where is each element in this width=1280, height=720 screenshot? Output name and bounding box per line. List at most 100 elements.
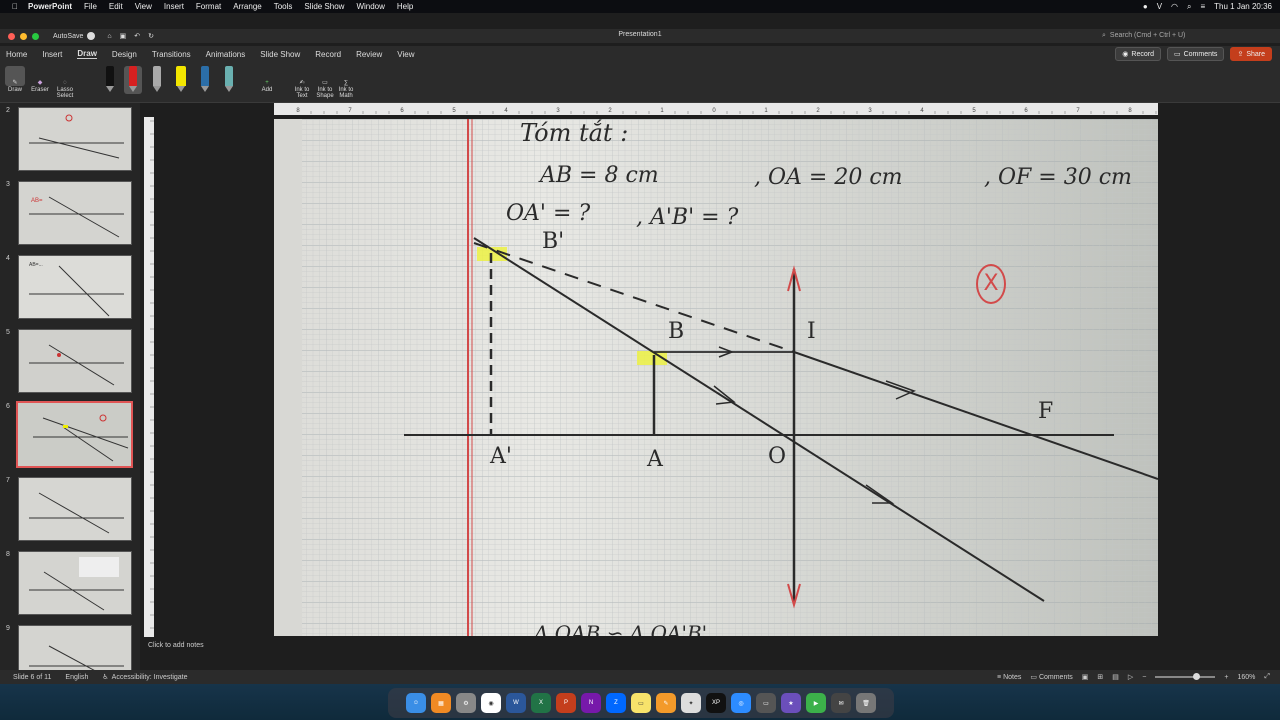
slideshow-view-icon[interactable]: ▷ (1128, 673, 1133, 681)
notes-toggle[interactable]: ≡ Notes (997, 674, 1021, 681)
launchpad-icon[interactable]: ▦ (431, 693, 451, 713)
horizontal-ruler: 87654321012345678 (148, 103, 1280, 115)
normal-view-icon[interactable]: ▣ (1082, 673, 1089, 681)
tab-slideshow[interactable]: Slide Show (260, 50, 300, 59)
lasso-tool[interactable]: ◌ Lasso Select (53, 66, 77, 99)
settings-icon[interactable]: ⚙ (456, 693, 476, 713)
draw-icon: ✎ (5, 66, 25, 86)
zoom-app-icon[interactable]: ◎ (731, 693, 751, 713)
tab-design[interactable]: Design (112, 50, 137, 59)
add-label: Add (261, 87, 273, 93)
label-a: A (647, 447, 663, 472)
word-icon[interactable]: W (506, 693, 526, 713)
zoom-level[interactable]: 160% (1237, 674, 1255, 681)
comment-icon: ▭ (1030, 674, 1037, 681)
facetime-icon[interactable]: ▶ (806, 693, 826, 713)
menu-tools[interactable]: Tools (274, 2, 293, 11)
thumbnail-slide-9[interactable]: 9 (0, 623, 140, 670)
menu-format[interactable]: Format (196, 2, 221, 11)
search-box[interactable]: ⌕ Search (Cmd + Ctrl + U) (1102, 30, 1272, 41)
menu-window[interactable]: Window (356, 2, 384, 11)
menu-edit[interactable]: Edit (109, 2, 123, 11)
onenote-icon[interactable]: N (581, 693, 601, 713)
chrome-icon[interactable]: ◉ (481, 693, 501, 713)
gray-pencil[interactable] (148, 66, 166, 94)
teal-pen[interactable] (220, 66, 238, 94)
ink-to-text-tool[interactable]: ✍ Ink to Text (290, 66, 314, 99)
ink-text-icon: ✍ (299, 80, 305, 86)
finder-icon[interactable]: ☺ (406, 693, 426, 713)
slide-canvas[interactable]: Tóm tắt : AB = 8 cm , OA = 20 cm , OF = … (274, 119, 1158, 636)
slide-thumbnail-panel: 2 3 AB= 4 AB=... 5 6 7 8 9 (0, 103, 140, 670)
draw-tool[interactable]: ✎ Draw (3, 66, 27, 93)
reading-view-icon[interactable]: ▤ (1112, 673, 1119, 681)
blue-pen[interactable] (196, 66, 214, 94)
thumbnail-slide-8[interactable]: 8 (0, 549, 140, 615)
tab-view[interactable]: View (397, 50, 414, 59)
zoom-out-icon[interactable]: − (1142, 674, 1146, 681)
notes-pane[interactable]: Click to add notes (140, 638, 1280, 656)
search-icon[interactable]: ⌕ (1187, 2, 1191, 12)
xp-pen-icon[interactable]: XP (706, 693, 726, 713)
black-pen[interactable] (101, 66, 119, 94)
menu-help[interactable]: Help (397, 2, 413, 11)
tab-draw[interactable]: Draw (77, 49, 97, 59)
zalo-icon[interactable]: Z (606, 693, 626, 713)
tab-record[interactable]: Record (315, 50, 341, 59)
tab-home[interactable]: Home (6, 50, 27, 59)
menu-insert[interactable]: Insert (164, 2, 184, 11)
eraser-icon: ◆ (37, 80, 43, 86)
lasso-label: Lasso Select (56, 87, 74, 99)
add-pen-tool[interactable]: + Add (255, 66, 279, 93)
menu-arrange[interactable]: Arrange (233, 2, 261, 11)
tab-transitions[interactable]: Transitions (152, 50, 191, 59)
accessibility-status[interactable]: Accessibility: Investigate (112, 674, 188, 681)
safari-icon[interactable]: ✦ (681, 693, 701, 713)
powerpoint-icon[interactable]: P (556, 693, 576, 713)
menu-view[interactable]: View (135, 2, 152, 11)
control-center-icon[interactable]: ≡ (1201, 2, 1206, 11)
fit-slide-icon[interactable]: ⤢ (1264, 673, 1270, 681)
notes-app-icon[interactable]: ▭ (631, 693, 651, 713)
star-app-icon[interactable]: ★ (781, 693, 801, 713)
grid-view-icon[interactable]: ⊞ (1097, 673, 1103, 681)
record-button[interactable]: ◉ Record (1115, 47, 1161, 61)
menu-file[interactable]: File (84, 2, 97, 11)
tab-insert[interactable]: Insert (42, 50, 62, 59)
comments-toggle[interactable]: ▭ Comments (1030, 673, 1072, 681)
menu-slideshow[interactable]: Slide Show (304, 2, 344, 11)
eraser-tool[interactable]: ◆ Eraser (28, 66, 52, 93)
zoom-slider-thumb[interactable] (1193, 673, 1201, 680)
thumbnail-slide-7[interactable]: 7 (0, 475, 140, 541)
language-label[interactable]: English (65, 674, 88, 681)
yellow-highlighter[interactable] (172, 66, 190, 94)
ribbon-tabs: Home Insert Draw Design Transitions Anim… (0, 46, 1280, 62)
thumbnail-slide-5[interactable]: 5 (0, 327, 140, 393)
wifi-icon[interactable]: ◠ (1171, 2, 1178, 11)
slide-number: 5 (6, 329, 10, 336)
notes-icon: ≡ (997, 673, 1002, 681)
app-menu[interactable]: PowerPoint (28, 2, 72, 11)
red-pen[interactable] (124, 66, 142, 94)
clock[interactable]: Thu 1 Jan 20:36 (1214, 2, 1272, 11)
mail-icon[interactable]: ✉ (831, 693, 851, 713)
notes-label: Notes (1003, 673, 1022, 681)
comments-button[interactable]: ▭ Comments (1166, 47, 1225, 61)
zoom-in-icon[interactable]: + (1224, 674, 1228, 681)
thumbnail-slide-6[interactable]: 6 (0, 401, 140, 468)
tab-animations[interactable]: Animations (206, 50, 246, 59)
tab-review[interactable]: Review (356, 50, 382, 59)
zoom-slider[interactable] (1155, 673, 1216, 680)
thumbnail-slide-2[interactable]: 2 (0, 105, 140, 171)
thumbnail-slide-4[interactable]: 4 AB=... (0, 253, 140, 319)
ink-to-math-tool[interactable]: ∑ Ink to Math (334, 66, 358, 99)
record-status-icon[interactable]: ● (1143, 2, 1148, 11)
trash-icon[interactable]: 🗑 (856, 693, 876, 713)
apple-icon[interactable]:  (12, 2, 22, 11)
pages-icon[interactable]: ✎ (656, 693, 676, 713)
share-button[interactable]: ⇪ Share (1230, 47, 1272, 61)
excel-icon[interactable]: X (531, 693, 551, 713)
thumbnail-slide-3[interactable]: 3 AB= (0, 179, 140, 245)
vpn-icon[interactable]: V (1157, 2, 1162, 11)
screen-icon[interactable]: ▭ (756, 693, 776, 713)
